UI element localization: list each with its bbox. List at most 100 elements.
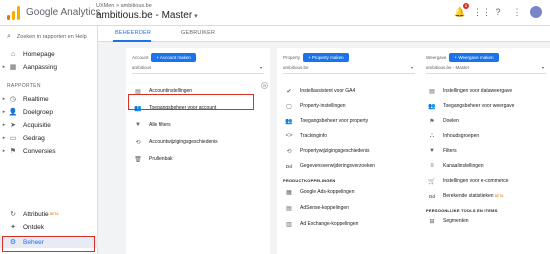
sidebar-item-homepage[interactable]: ⌂ Homepage xyxy=(0,48,98,60)
sidebar-item-attributie[interactable]: ↻ Attributie BETA xyxy=(0,208,98,220)
reports-section-label: RAPPORTEN xyxy=(7,83,41,89)
property-selector[interactable]: ambitious.be - Master ▾ xyxy=(96,10,198,21)
ads-icon: ▦ xyxy=(286,189,292,196)
more-icon[interactable]: ⋮ xyxy=(511,6,523,18)
item-label: Segmenten xyxy=(443,218,469,224)
sidebar-item-doelgroep[interactable]: ▸ 👤 Doelgroep xyxy=(0,106,98,118)
view-selector[interactable]: ambitious.be - Master ▾ xyxy=(426,65,546,74)
search-icon: ⌕ xyxy=(7,33,11,40)
sidebar-item-realtime[interactable]: ▸ ◷ Realtime xyxy=(0,93,98,105)
tab-beheerder[interactable]: BEHEERDER xyxy=(115,30,151,36)
item-label: Alle filters xyxy=(149,122,171,128)
chevron-down-icon: ▾ xyxy=(194,13,198,20)
search-field[interactable]: ⌕ Zoeken in rapporten en Help xyxy=(7,33,87,41)
item-label: Filters xyxy=(443,148,457,154)
goals-link[interactable]: ⚑ Doelen xyxy=(426,115,550,127)
people-icon: 👥 xyxy=(428,103,436,110)
dd-icon: Dd xyxy=(429,193,435,199)
sidebar-item-conversies[interactable]: ▸ ⚑ Conversies xyxy=(0,145,98,157)
check-icon: ✔ xyxy=(286,88,292,95)
property-label: Property xyxy=(283,55,301,60)
sidebar-item-label: Gedrag xyxy=(23,134,45,142)
ga4-setup-link[interactable]: ✔ Instellassistent voor GA4 xyxy=(283,85,413,97)
apps-grid-icon[interactable]: ⋮⋮ xyxy=(473,6,491,18)
chevron-down-icon: ▾ xyxy=(541,65,544,70)
filters-link[interactable]: ▼ Filters xyxy=(426,145,550,157)
item-label: Prullenbak xyxy=(149,156,173,162)
cart-icon: 🛒 xyxy=(428,178,436,185)
item-label: Trackinginfo xyxy=(300,133,328,139)
item-label: Kanaalinstellingen xyxy=(443,163,484,169)
view-selector-value: ambitious.be - Master xyxy=(426,65,470,70)
sidebar-item-label: Homepage xyxy=(23,50,55,58)
clock-icon: ◷ xyxy=(9,96,17,103)
create-view-button[interactable]: + Weergave maken xyxy=(449,53,499,62)
view-column: Weergave + Weergave maken ambitious.be -… xyxy=(420,48,550,254)
adexchange-link[interactable]: ▥ Ad Exchange-koppelingen xyxy=(283,218,413,230)
group-icon: ⛬ xyxy=(429,132,435,139)
grid-icon: ▦ xyxy=(9,64,17,71)
create-property-button[interactable]: + Property maken xyxy=(303,53,349,62)
view-access-link[interactable]: 👥 Toegangsbeheer voor weergave xyxy=(426,100,550,112)
data-deletion-link[interactable]: Dd Gegevensverwijderingsverzoeken xyxy=(283,160,413,172)
sidebar-item-label: Aanpassing xyxy=(23,63,57,71)
app-name: Google Analytics xyxy=(26,7,101,18)
channel-icon: ≡ xyxy=(430,163,434,169)
admin-tabs: BEHEERDER GEBRUIKER xyxy=(98,26,550,42)
beta-badge: BETA xyxy=(494,194,504,198)
breadcrumb[interactable]: UXMen > ambitious.be xyxy=(96,3,152,9)
view-settings-link[interactable]: ▤ Instellingen voor dataweergave xyxy=(426,85,550,97)
tracking-info-link[interactable]: <> Trackinginfo xyxy=(283,130,413,142)
sidebar-item-label: Realtime xyxy=(23,95,49,103)
calculated-metrics-link[interactable]: Dd Berekende statistieken BETA xyxy=(426,190,550,202)
sidebar-item-label: Attributie xyxy=(23,210,49,218)
beta-badge: BETA xyxy=(49,212,59,216)
segments-link[interactable]: ⊞ Segmenten xyxy=(426,215,550,227)
notifications-icon[interactable]: 🔔 1 xyxy=(454,3,469,18)
home-icon: ⌂ xyxy=(10,50,16,58)
item-label: Toegangsbeheer voor property xyxy=(300,118,369,124)
google-ads-link[interactable]: ▦ Google Ads-koppelingen xyxy=(283,186,413,198)
admin-content: Account + Account maken ambitious ▾ ▤ Acco… xyxy=(98,42,550,254)
attribution-icon: ↻ xyxy=(10,211,16,218)
analytics-logo-icon[interactable] xyxy=(7,6,21,20)
ecommerce-settings-link[interactable]: 🛒 Instellingen voor e-commerce xyxy=(426,175,550,187)
property-selector-value: ambitious.be xyxy=(283,65,309,70)
property-selector-field[interactable]: ambitious.be ▾ xyxy=(283,65,415,74)
account-history-link[interactable]: ⟲ Accountwijzigingsgeschiedenis xyxy=(132,136,262,148)
sidebar-item-acquisitie[interactable]: ▸ ➤ Acquisitie xyxy=(0,119,98,131)
help-icon[interactable]: ? xyxy=(492,6,504,18)
create-account-button[interactable]: + Account maken xyxy=(151,53,196,62)
sidebar-item-label: Doelgroep xyxy=(23,108,53,116)
tab-gebruiker[interactable]: GEBRUIKER xyxy=(181,30,215,36)
item-label: Ad Exchange-koppelingen xyxy=(300,221,359,227)
all-filters-link[interactable]: ▼ Alle filters xyxy=(132,119,262,131)
flag-icon: ⚑ xyxy=(429,118,435,125)
chevron-down-icon: ▾ xyxy=(259,65,262,70)
trash-link[interactable]: 🗑 Prullenbak xyxy=(132,153,262,165)
sidebar-item-aanpassing[interactable]: ▸ ▦ Aanpassing xyxy=(0,61,98,73)
people-icon: 👥 xyxy=(285,118,293,125)
property-access-link[interactable]: 👥 Toegangsbeheer voor property xyxy=(283,115,413,127)
account-selector[interactable]: ambitious ▾ xyxy=(132,65,264,74)
sidebar-item-ontdek[interactable]: ✦ Ontdek xyxy=(0,221,98,233)
filter-icon: ▼ xyxy=(135,122,141,128)
view-label: Weergave xyxy=(426,55,447,60)
property-settings-link[interactable]: ▢ Property-instellingen xyxy=(283,100,413,112)
item-label: Propertywijzigingsgeschiedenis xyxy=(300,148,370,154)
channel-settings-link[interactable]: ≡ Kanaalinstellingen xyxy=(426,160,550,172)
content-groups-link[interactable]: ⛬ Inhoudsgroepen xyxy=(426,130,550,142)
segment-icon: ⊞ xyxy=(429,218,435,225)
notification-badge: 1 xyxy=(463,3,469,9)
item-label: Instellingen voor dataweergave xyxy=(443,88,513,94)
property-history-link[interactable]: ⟲ Propertywijzigingsgeschiedenis xyxy=(283,145,413,157)
adsense-link[interactable]: ▤ AdSense-koppelingen xyxy=(283,202,413,214)
trash-icon: 🗑 xyxy=(134,156,142,163)
collapse-account-icon[interactable]: ⊖ xyxy=(261,82,268,89)
history-icon: ⟲ xyxy=(135,139,141,146)
sidebar-item-gedrag[interactable]: ▸ ▭ Gedrag xyxy=(0,132,98,144)
sidebar-item-label: Ontdek xyxy=(23,223,44,231)
history-icon: ⟲ xyxy=(286,148,292,155)
item-label: Instellingen voor e-commerce xyxy=(443,178,509,184)
avatar[interactable] xyxy=(530,6,542,18)
